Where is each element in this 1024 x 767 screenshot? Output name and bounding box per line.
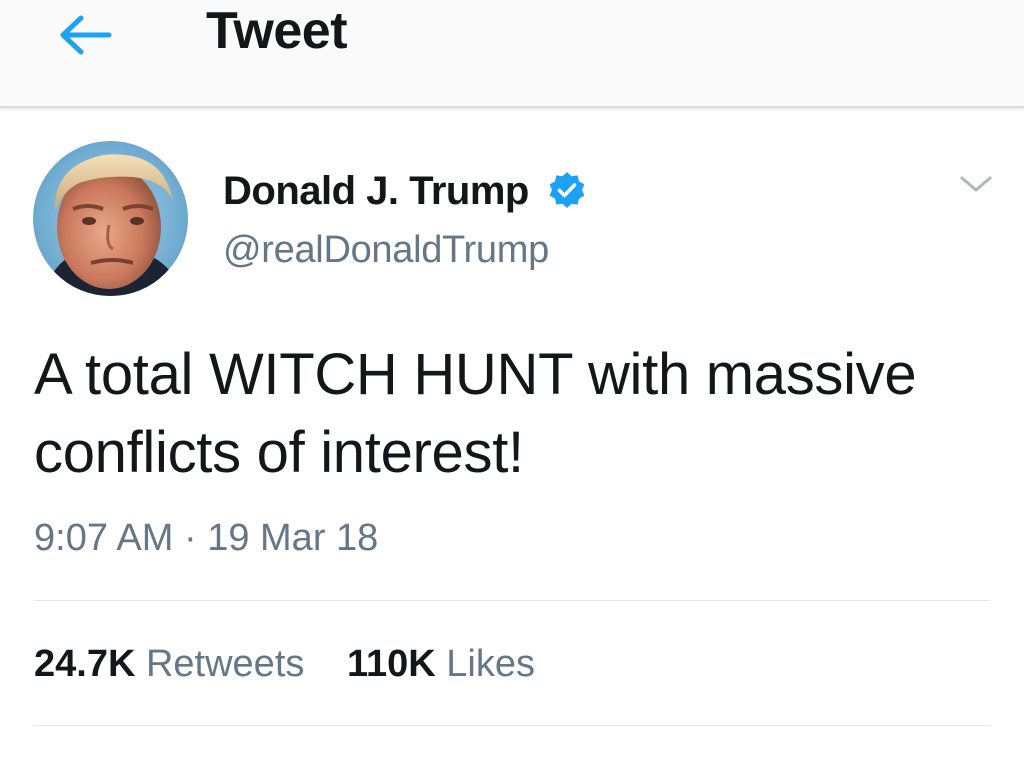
tweet-screen: Tweet Donald J. Trump @realDonaldTrump A… — [0, 0, 1024, 767]
tweet-timestamp[interactable]: 9:07 AM · 19 Mar 18 — [34, 512, 378, 564]
timestamp-separator: · — [183, 517, 197, 559]
tweet-time: 9:07 AM — [34, 517, 174, 559]
avatar[interactable] — [33, 141, 188, 296]
tweet-text: A total WITCH HUNT with massive conflict… — [34, 342, 917, 485]
author-handle[interactable]: @realDonaldTrump — [223, 224, 549, 276]
chevron-down-icon — [959, 174, 993, 194]
back-button[interactable] — [50, 6, 120, 64]
divider — [34, 600, 990, 601]
tweet-stats: 24.7K Retweets 110K Likes — [34, 638, 535, 690]
avatar-image — [33, 141, 188, 296]
tweet-date: 19 Mar 18 — [207, 517, 379, 559]
verified-badge-icon — [547, 170, 587, 210]
retweets-stat[interactable]: 24.7K Retweets — [34, 638, 304, 690]
divider — [34, 725, 990, 726]
author-display-name[interactable]: Donald J. Trump — [223, 165, 529, 217]
retweets-count: 24.7K — [34, 643, 136, 685]
page-title: Tweet — [206, 2, 348, 60]
likes-stat[interactable]: 110K Likes — [347, 638, 535, 690]
arrow-left-icon — [57, 13, 113, 57]
likes-label: Likes — [446, 643, 535, 685]
app-bar: Tweet — [0, 0, 1024, 108]
likes-count: 110K — [346, 643, 436, 685]
retweets-label: Retweets — [145, 643, 305, 685]
tweet-options-button[interactable] — [954, 164, 998, 204]
